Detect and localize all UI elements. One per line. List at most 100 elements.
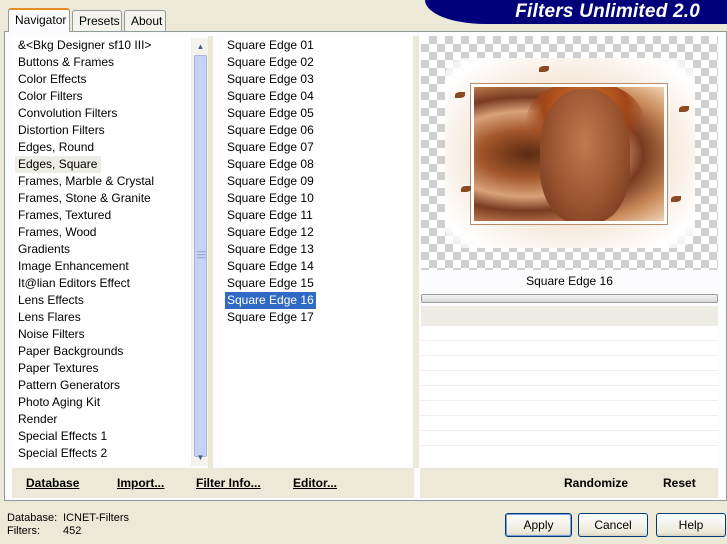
leaf-ornament (455, 92, 465, 98)
category-item-label: It@lian Editors Effect (18, 276, 131, 290)
category-item[interactable]: Gradients (12, 241, 191, 258)
category-item-label: Frames, Wood (18, 225, 97, 239)
category-item[interactable]: Edges, Round (12, 139, 191, 156)
category-item[interactable]: It@lian Editors Effect (12, 275, 191, 292)
database-button[interactable]: Database (26, 476, 79, 490)
filter-item-label: Square Edge 01 (227, 38, 314, 52)
category-item[interactable]: Render (12, 411, 191, 428)
filter-item[interactable]: Square Edge 02 (222, 54, 412, 71)
help-button[interactable]: Help (656, 513, 726, 537)
filter-item[interactable]: Square Edge 12 (222, 224, 412, 241)
filter-item[interactable]: Square Edge 01 (222, 37, 412, 54)
filter-item[interactable]: Square Edge 10 (222, 190, 412, 207)
parameter-area (421, 306, 718, 466)
filter-item[interactable]: Square Edge 17 (222, 309, 412, 326)
category-item-label: Color Effects (18, 72, 87, 86)
progress-bar (421, 294, 718, 303)
parameter-row (421, 386, 718, 401)
preview-photo (470, 83, 668, 225)
filter-item-label: Square Edge 08 (227, 157, 314, 171)
category-item[interactable]: &<Bkg Designer sf10 III> (12, 37, 191, 54)
category-item[interactable]: Frames, Wood (12, 224, 191, 241)
category-item[interactable]: Pattern Generators (12, 377, 191, 394)
filter-item-label: Square Edge 10 (227, 191, 314, 205)
category-item[interactable]: Paper Backgrounds (12, 343, 191, 360)
filter-item-label: Square Edge 03 (227, 72, 314, 86)
scroll-down-arrow-icon[interactable]: ▼ (192, 449, 209, 466)
category-item[interactable]: Frames, Stone & Granite (12, 190, 191, 207)
editor-button[interactable]: Editor... (293, 476, 337, 490)
category-item[interactable]: Buttons & Frames (12, 54, 191, 71)
category-item[interactable]: Image Enhancement (12, 258, 191, 275)
filter-item-label: Square Edge 07 (227, 140, 314, 154)
category-item[interactable]: Color Effects (12, 71, 191, 88)
category-item-label: &<Bkg Designer sf10 III> (18, 38, 152, 52)
category-item-label: Special Effects 1 (18, 429, 108, 443)
category-item[interactable]: Edges, Square (12, 156, 191, 173)
category-item-label: Lens Flares (18, 310, 81, 324)
category-item[interactable]: Color Filters (12, 88, 191, 105)
category-item[interactable]: Special Effects 2 (12, 445, 191, 462)
filters-count: 452 (63, 525, 82, 537)
parameter-row (421, 416, 718, 431)
category-item-label: Edges, Square (15, 156, 102, 173)
filter-item[interactable]: Square Edge 13 (222, 241, 412, 258)
tab-about[interactable]: About (124, 10, 166, 31)
cancel-button[interactable]: Cancel (578, 513, 648, 537)
category-item-label: Lens Effects (18, 293, 84, 307)
filter-item[interactable]: Square Edge 06 (222, 122, 412, 139)
filter-item-label: Square Edge 13 (227, 242, 314, 256)
category-item-label: Color Filters (18, 89, 83, 103)
filter-item[interactable]: Square Edge 09 (222, 173, 412, 190)
scroll-thumb[interactable]: — — — (194, 55, 207, 457)
filter-item-label: Square Edge 16 (225, 292, 316, 309)
category-item[interactable]: Distortion Filters (12, 122, 191, 139)
apply-button[interactable]: Apply (505, 513, 572, 537)
category-item[interactable]: Special Effects 1 (12, 428, 191, 445)
category-item[interactable]: Frames, Textured (12, 207, 191, 224)
category-item-label: Frames, Stone & Granite (18, 191, 151, 205)
filter-item[interactable]: Square Edge 11 (222, 207, 412, 224)
leaf-ornament (461, 186, 471, 192)
filter-list[interactable]: Square Edge 01 Square Edge 02 Square Edge … (222, 37, 412, 466)
category-scrollbar[interactable]: ▲ — — — ▼ (191, 38, 208, 466)
filter-item[interactable]: Square Edge 16 (222, 292, 412, 309)
tab-navigator[interactable]: Navigator (8, 8, 70, 32)
filter-item[interactable]: Square Edge 08 (222, 156, 412, 173)
filter-item-label: Square Edge 09 (227, 174, 314, 188)
filter-item-label: Square Edge 17 (227, 310, 314, 324)
filter-item[interactable]: Square Edge 15 (222, 275, 412, 292)
category-item-label: Image Enhancement (18, 259, 129, 273)
filters-label: Filters: (7, 525, 40, 537)
category-list[interactable]: &<Bkg Designer sf10 III> Buttons & Frames… (12, 37, 191, 466)
reset-button[interactable]: Reset (663, 476, 696, 490)
filter-item[interactable]: Square Edge 03 (222, 71, 412, 88)
leaf-ornament (539, 66, 549, 72)
filter-item[interactable]: Square Edge 05 (222, 105, 412, 122)
category-item[interactable]: Convolution Filters (12, 105, 191, 122)
category-item[interactable]: Lens Effects (12, 292, 191, 309)
category-item[interactable]: Noise Filters (12, 326, 191, 343)
tab-about-label: About (131, 14, 163, 28)
randomize-button[interactable]: Randomize (564, 476, 628, 490)
filter-item-label: Square Edge 12 (227, 225, 314, 239)
scroll-up-arrow-icon[interactable]: ▲ (192, 38, 209, 55)
tab-presets[interactable]: Presets (72, 10, 122, 31)
app-title: Filters Unlimited 2.0 (515, 1, 700, 22)
import-button[interactable]: Import... (117, 476, 164, 490)
filter-item[interactable]: Square Edge 14 (222, 258, 412, 275)
filter-item-label: Square Edge 15 (227, 276, 314, 290)
filter-item[interactable]: Square Edge 04 (222, 88, 412, 105)
leaf-ornament (671, 196, 681, 202)
category-item[interactable]: Frames, Marble & Crystal (12, 173, 191, 190)
category-item[interactable]: Photo Aging Kit (12, 394, 191, 411)
scroll-grip-icon: — — — (197, 246, 206, 262)
filter-item-label: Square Edge 06 (227, 123, 314, 137)
category-item[interactable]: Lens Flares (12, 309, 191, 326)
category-item-label: Render (18, 412, 58, 426)
parameter-row (421, 326, 718, 341)
filter-item[interactable]: Square Edge 07 (222, 139, 412, 156)
category-item-label: Convolution Filters (18, 106, 118, 120)
category-item[interactable]: Paper Textures (12, 360, 191, 377)
filter-info-button[interactable]: Filter Info... (196, 476, 261, 490)
